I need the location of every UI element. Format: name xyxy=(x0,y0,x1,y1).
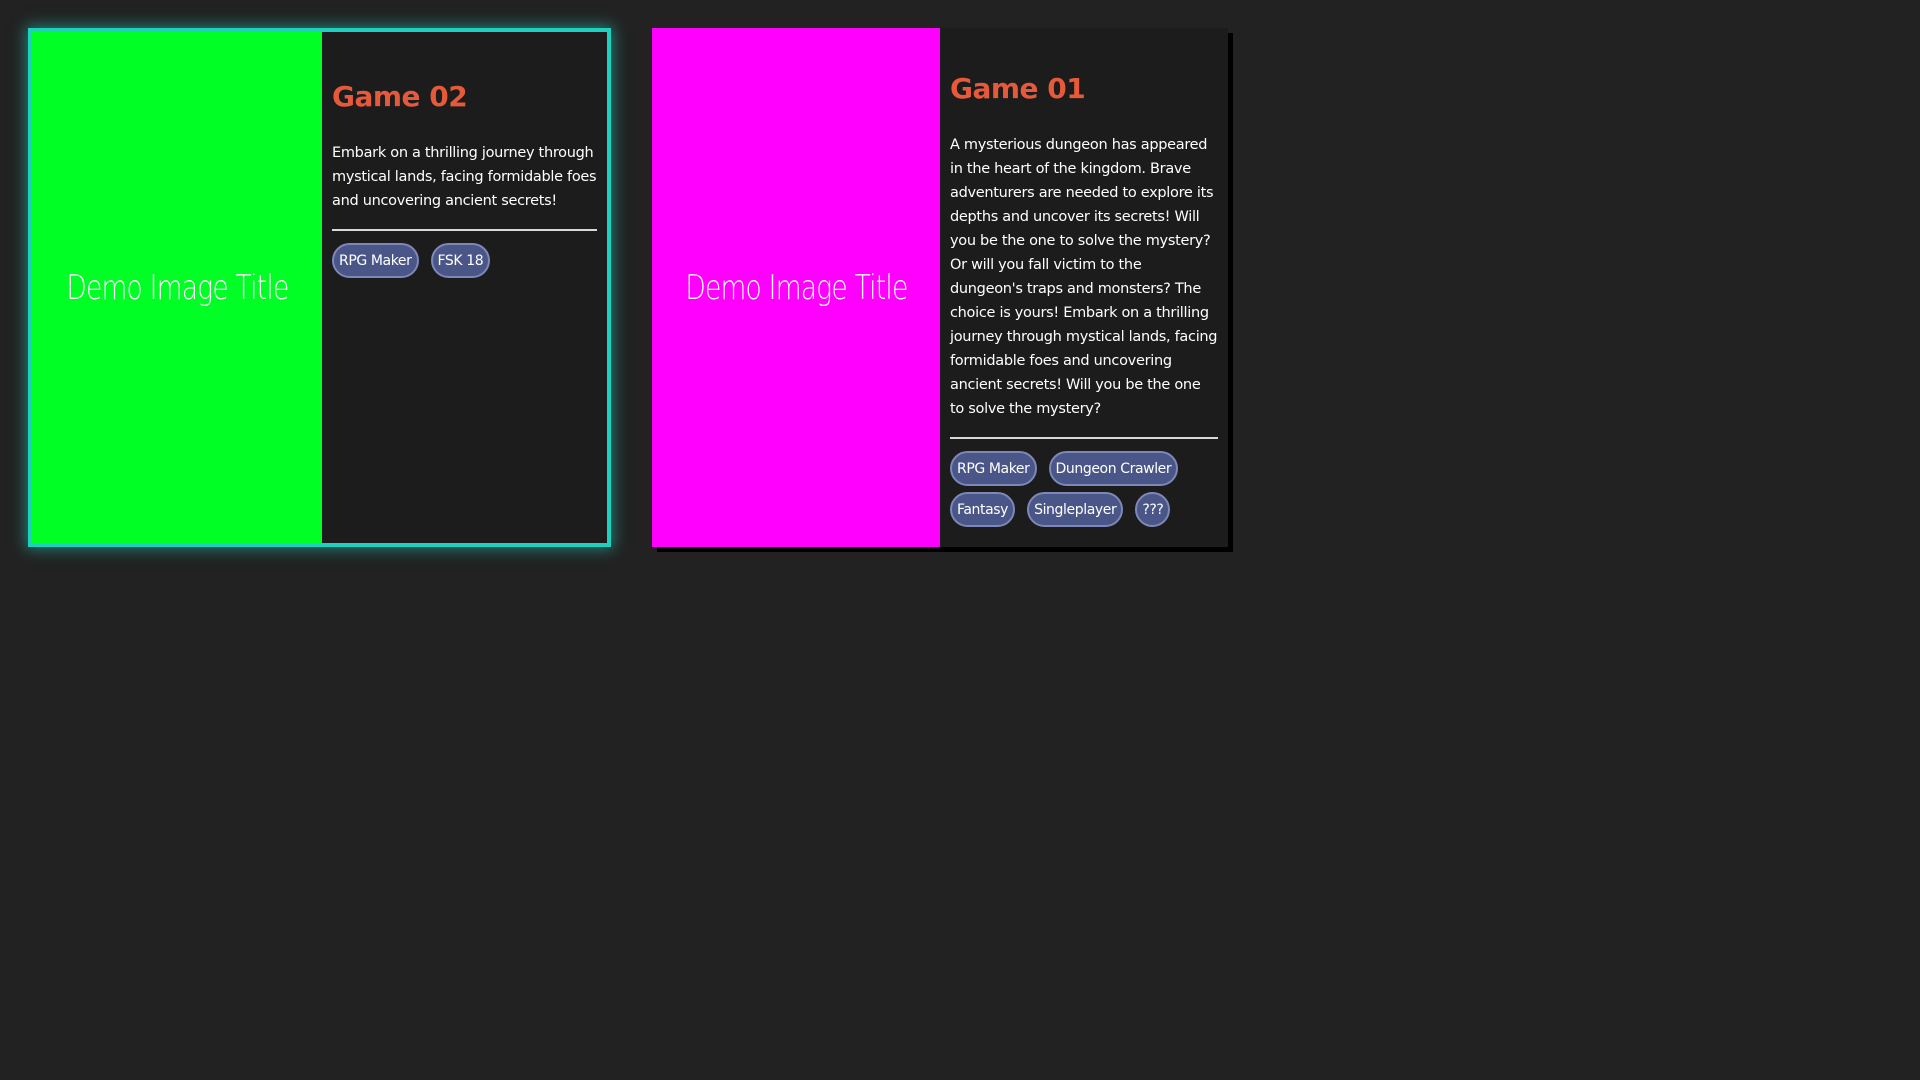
divider xyxy=(332,229,597,231)
tag-unknown[interactable]: ??? xyxy=(1135,492,1171,527)
game-card-game-01[interactable]: Demo Image Title Game 01 A mysterious du… xyxy=(652,28,1228,547)
game-card-game-02[interactable]: Demo Image Title Game 02 Embark on a thr… xyxy=(28,28,611,547)
game-title[interactable]: Game 02 xyxy=(332,80,597,113)
thumbnail-title: Demo Image Title xyxy=(684,267,908,308)
tag-list: RPG Maker FSK 18 xyxy=(332,243,597,278)
game-info: Game 02 Embark on a thrilling journey th… xyxy=(322,32,607,543)
tag-singleplayer[interactable]: Singleplayer xyxy=(1027,492,1124,527)
tag-rpg-maker[interactable]: RPG Maker xyxy=(332,243,419,278)
game-description: A mysterious dungeon has appeared in the… xyxy=(950,137,1218,417)
tag-dungeon-crawler[interactable]: Dungeon Crawler xyxy=(1048,451,1179,486)
tag-list: RPG Maker Dungeon Crawler Fantasy Single… xyxy=(950,451,1218,527)
tag-fantasy[interactable]: Fantasy xyxy=(950,492,1016,527)
divider xyxy=(950,437,1218,439)
game-thumbnail[interactable]: Demo Image Title xyxy=(32,32,322,543)
tag-rpg-maker[interactable]: RPG Maker xyxy=(950,451,1037,486)
tag-fsk-18[interactable]: FSK 18 xyxy=(430,243,491,278)
thumbnail-title: Demo Image Title xyxy=(65,267,289,308)
game-info: Game 01 A mysterious dungeon has appeare… xyxy=(940,28,1228,547)
game-thumbnail[interactable]: Demo Image Title xyxy=(652,28,940,547)
game-description: Embark on a thrilling journey through my… xyxy=(332,145,597,209)
game-title[interactable]: Game 01 xyxy=(950,72,1218,105)
